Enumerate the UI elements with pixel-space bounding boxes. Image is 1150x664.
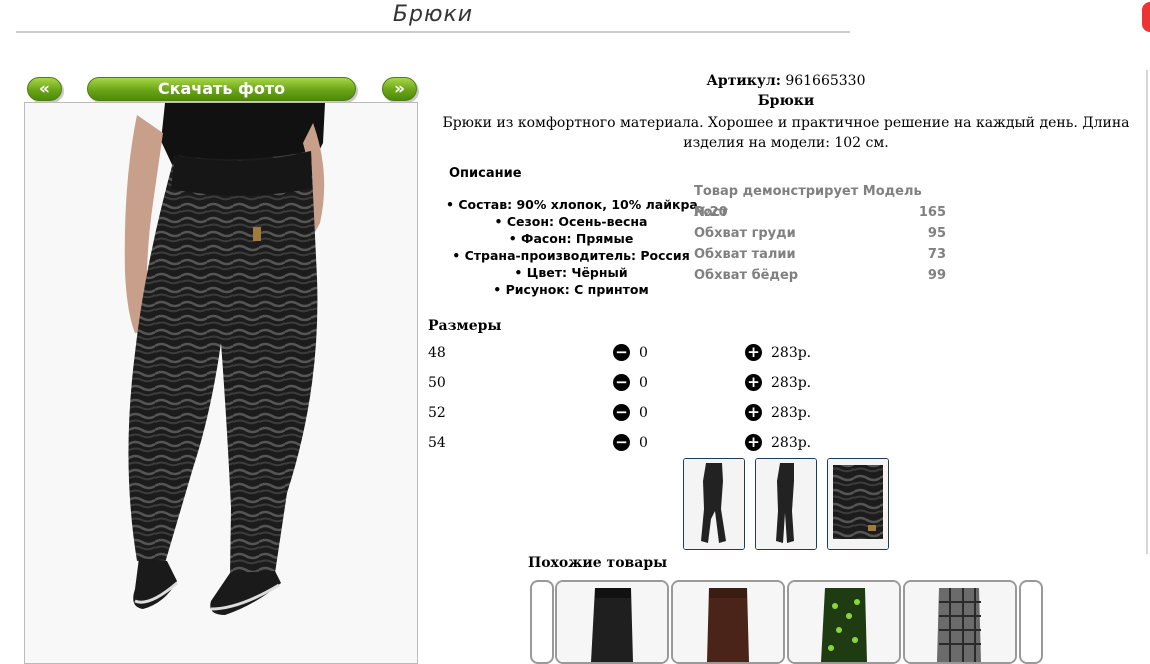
similar-product-card[interactable] [787,580,901,664]
main-product-photo[interactable] [24,102,418,664]
size-price: 283р. [771,345,812,361]
size-price: 283р. [771,405,812,421]
next-photo-button[interactable]: » [382,77,417,101]
similar-product-image [673,582,783,662]
size-row: 54 − 0 + 283р. [428,433,828,455]
similar-product-card[interactable] [671,580,785,664]
article-line: Артикул: 961665330 [420,73,1150,89]
plus-circle-icon[interactable]: + [745,404,762,421]
size-label: 48 [428,345,446,361]
similar-prev-button[interactable] [530,580,554,664]
similar-product-card[interactable] [903,580,1017,664]
thumbnail-image [828,459,888,549]
detail-item: Состав: 90% хлопок, 10% лайкра [446,196,697,213]
plus-circle-icon[interactable]: + [745,434,762,451]
size-row: 48 − 0 + 283р. [428,343,828,365]
size-row: 50 − 0 + 283р. [428,373,828,395]
model-heading: Товар демонстрирует Модель №20 [694,184,922,220]
similar-product-image [789,582,899,662]
right-divider [1146,70,1148,554]
quantity-value: 0 [639,405,648,421]
minus-circle-icon[interactable]: − [613,404,630,421]
detail-item: Фасон: Прямые [446,230,696,247]
photo-thumbnail[interactable] [683,458,745,550]
size-price: 283р. [771,435,812,451]
plus-circle-icon[interactable]: + [745,344,762,361]
model-row: Обхват груди 95 [694,226,946,241]
size-price: 283р. [771,375,812,391]
similar-product-image [905,582,1015,662]
model-measurements: Товар демонстрирует Модель №20 Рост 165 О… [694,181,946,286]
quantity-value: 0 [639,345,648,361]
prev-photo-button[interactable]: « [27,77,62,101]
sizes-heading: Размеры [428,318,502,334]
model-row: Рост 165 [694,205,946,220]
title-divider [16,31,850,33]
plus-circle-icon[interactable]: + [745,374,762,391]
minus-circle-icon[interactable]: − [613,344,630,361]
details-heading: Описание [449,166,522,181]
download-photo-button[interactable]: Скачать фото [87,77,356,101]
model-row: Обхват бёдер 99 [694,268,946,283]
detail-item: Цвет: Чёрный [446,264,696,281]
article-value: 961665330 [785,73,866,89]
product-name: Брюки [757,93,815,109]
quantity-value: 0 [639,435,648,451]
minus-circle-icon[interactable]: − [613,434,630,451]
thumbnail-image [684,459,744,549]
minus-circle-icon[interactable]: − [613,374,630,391]
product-description: Брюки из комфортного материала. Хорошее … [442,115,1130,151]
article-label: Артикул: [706,73,781,89]
model-row: Обхват талии 73 [694,247,946,262]
detail-item: Страна-производитель: Россия [446,247,696,264]
similar-next-button[interactable] [1019,580,1043,664]
size-label: 52 [428,405,446,421]
similar-products-heading: Похожие товары [528,555,668,571]
size-label: 54 [428,435,446,451]
details-list: Состав: 90% хлопок, 10% лайкра Сезон: Ос… [446,196,697,298]
quantity-value: 0 [639,375,648,391]
size-row: 52 − 0 + 283р. [428,403,828,425]
thumbnail-image [756,459,816,549]
photo-thumbnail[interactable] [755,458,817,550]
corner-logo-icon [1142,2,1150,32]
similar-product-card[interactable] [555,580,669,664]
detail-item: Рисунок: С принтом [446,281,696,298]
page-title: Брюки [392,2,474,27]
photo-thumbnail[interactable] [827,458,889,550]
trousers-model-image [25,103,417,663]
similar-product-image [557,582,667,662]
detail-item: Сезон: Осень-весна [446,213,696,230]
size-label: 50 [428,375,446,391]
